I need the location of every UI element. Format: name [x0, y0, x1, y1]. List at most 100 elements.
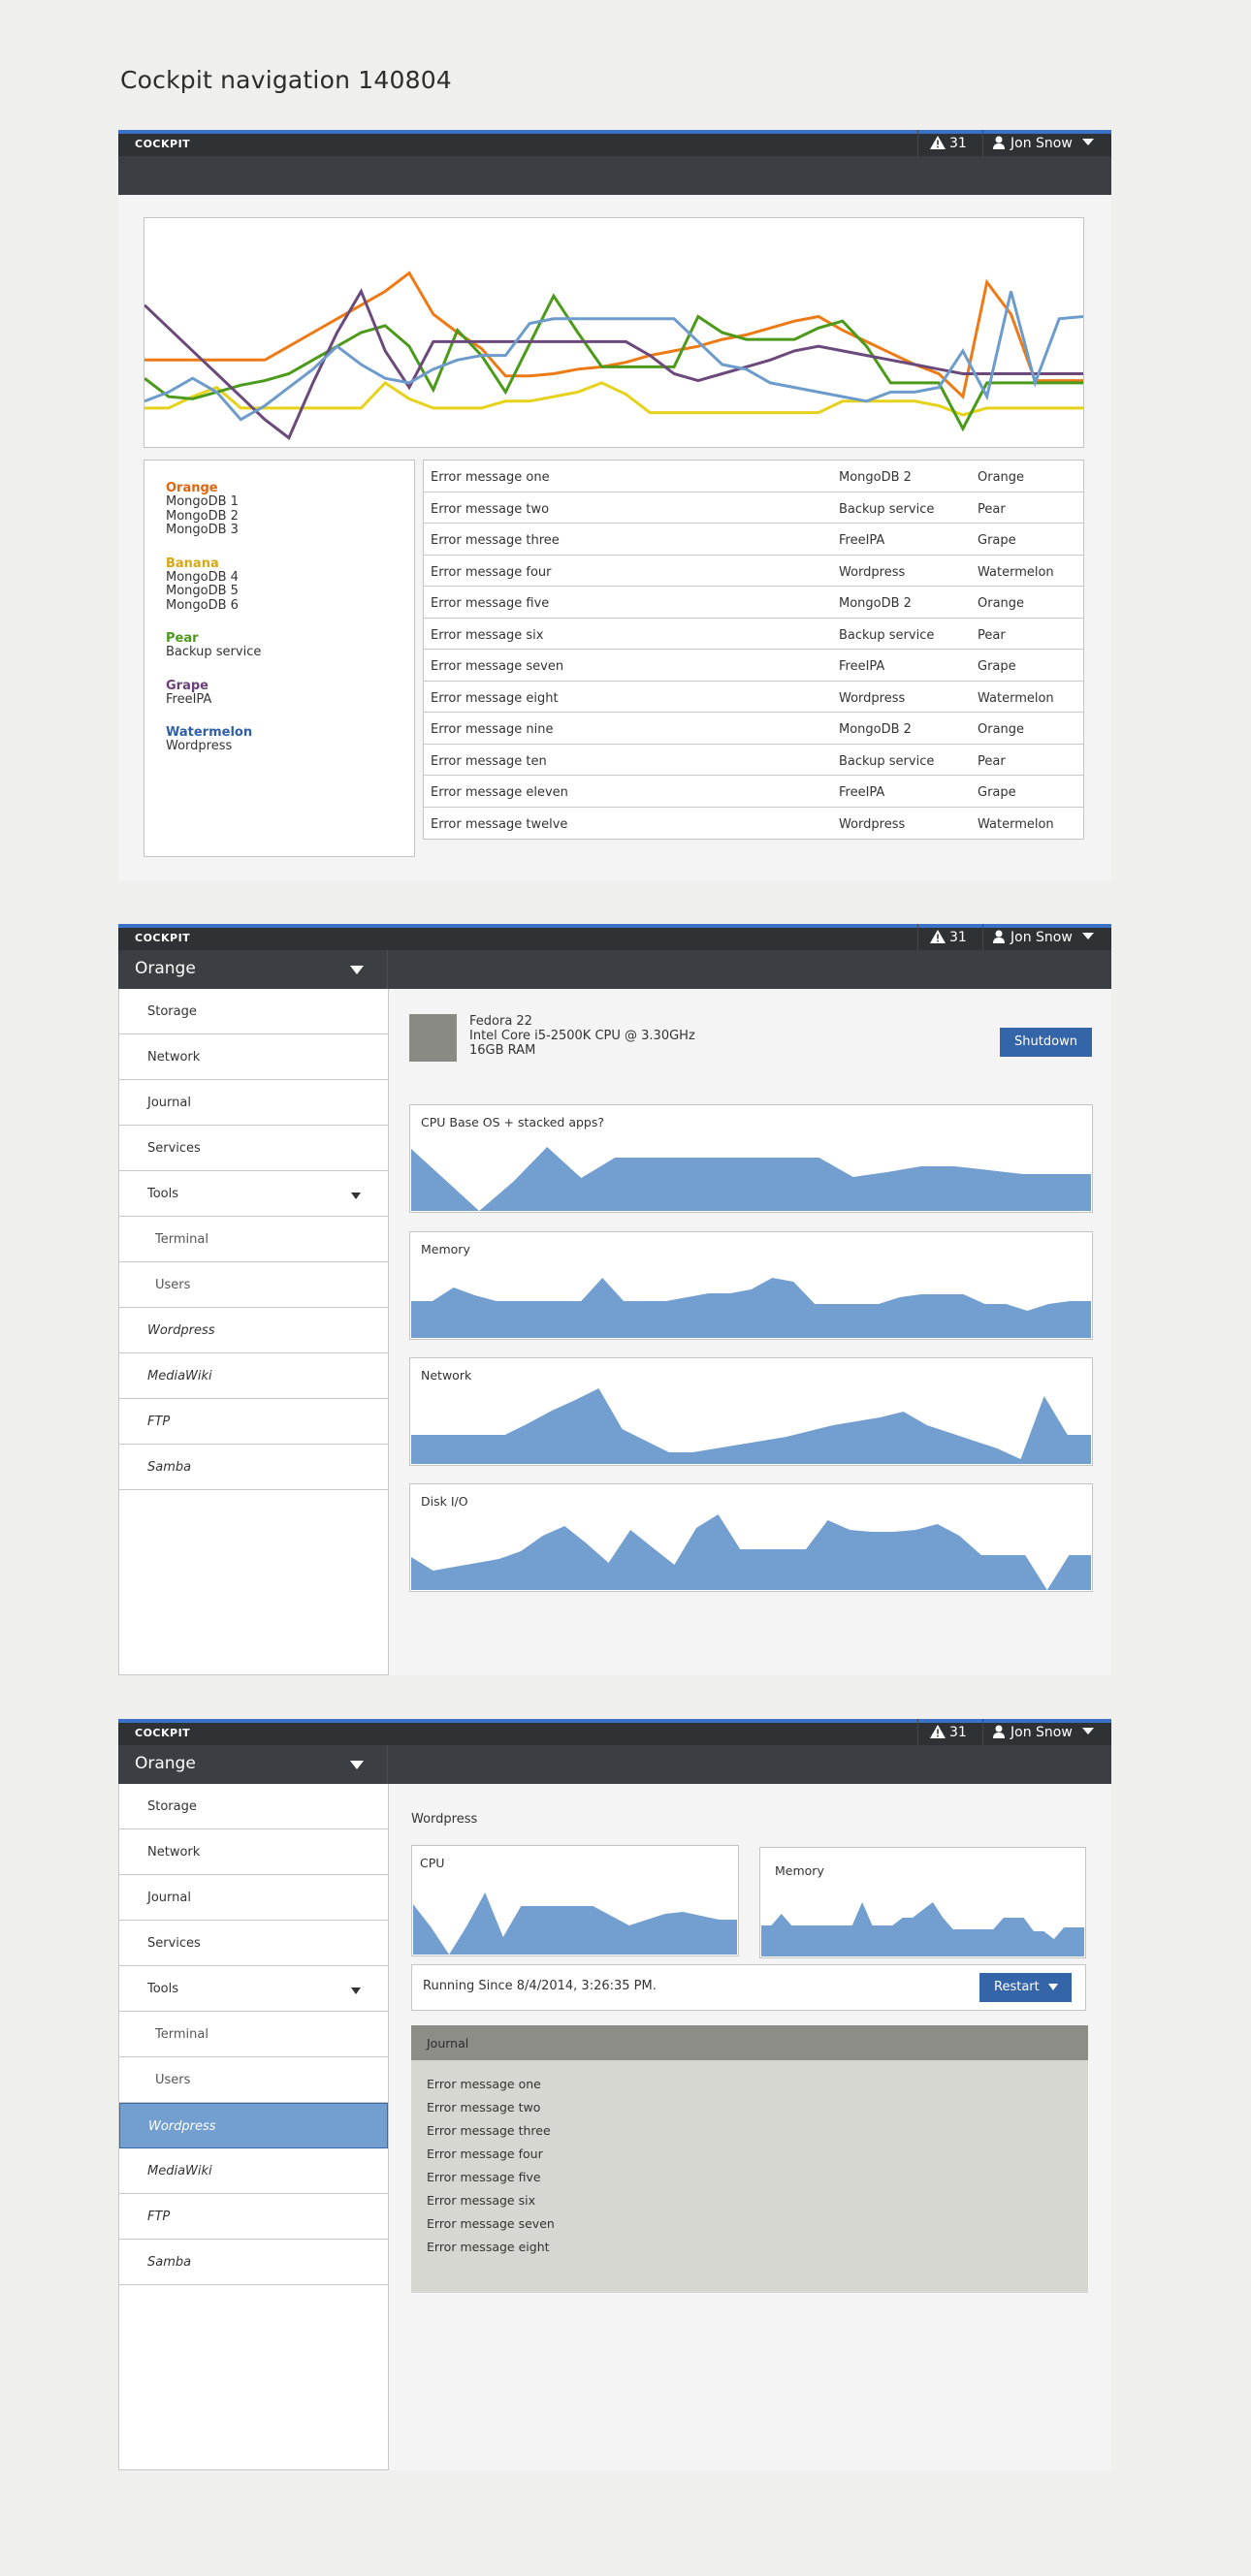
- journal-entry[interactable]: Error message two: [427, 2096, 1073, 2119]
- error-service-cell: MongoDB 2: [839, 596, 912, 611]
- sidebar-item-terminal[interactable]: Terminal: [119, 1217, 388, 1262]
- legend-group-name[interactable]: Banana: [166, 557, 393, 571]
- table-row[interactable]: Error message twelve Wordpress Watermelon: [424, 808, 1083, 840]
- sidebar-item-users[interactable]: Users: [119, 2057, 388, 2103]
- legend-item[interactable]: FreeIPA: [166, 692, 393, 708]
- legend-item[interactable]: Backup service: [166, 645, 393, 660]
- chevron-down-icon: [1048, 1984, 1058, 1990]
- journal-entry[interactable]: Error message three: [427, 2119, 1073, 2143]
- page-title: Cockpit navigation 140804: [120, 66, 452, 94]
- error-group-cell: Pear: [978, 501, 1006, 517]
- sidebar-item-samba[interactable]: Samba: [119, 1445, 388, 1490]
- sidebar-item-wordpress[interactable]: Wordpress: [119, 1308, 388, 1353]
- top-bar: COCKPIT 31 Jon Snow: [118, 1719, 1111, 1745]
- chevron-down-icon: [351, 1988, 361, 1994]
- server-selector[interactable]: Orange: [118, 1745, 388, 1784]
- error-service-cell: FreeIPA: [839, 785, 885, 800]
- table-row[interactable]: Error message seven FreeIPA Grape: [424, 650, 1083, 682]
- legend-item[interactable]: MongoDB 6: [166, 598, 393, 614]
- chevron-down-icon: [350, 966, 364, 974]
- legend-group-name[interactable]: Pear: [166, 632, 393, 646]
- legend-group-name[interactable]: Watermelon: [166, 726, 393, 740]
- sidebar-item-storage[interactable]: Storage: [119, 989, 388, 1034]
- sidebar-item-users[interactable]: Users: [119, 1262, 388, 1308]
- legend-item[interactable]: MongoDB 1: [166, 494, 393, 510]
- legend-item[interactable]: MongoDB 2: [166, 509, 393, 525]
- sidebar-item-services[interactable]: Services: [119, 1126, 388, 1171]
- alerts-button[interactable]: 31: [917, 924, 983, 950]
- sidebar-item-label: Users: [155, 1278, 191, 1292]
- error-message-cell: Error message seven: [431, 659, 564, 674]
- sidebar-item-tools[interactable]: Tools: [119, 1966, 388, 2012]
- sidebar-item-tools[interactable]: Tools: [119, 1171, 388, 1217]
- sidebar-item-terminal[interactable]: Terminal: [119, 2012, 388, 2057]
- area-graph: [411, 1278, 1091, 1338]
- error-group-cell: Orange: [978, 470, 1025, 485]
- journal-entry[interactable]: Error message six: [427, 2189, 1073, 2212]
- error-message-cell: Error message ten: [431, 753, 547, 769]
- alerts-button[interactable]: 31: [917, 1719, 983, 1745]
- sidebar-item-wordpress[interactable]: Wordpress: [119, 2103, 388, 2148]
- legend-group-name[interactable]: Orange: [166, 482, 393, 495]
- brand-logo[interactable]: COCKPIT: [135, 1727, 190, 1739]
- sidebar-item-mediawiki[interactable]: MediaWiki: [119, 1353, 388, 1399]
- error-service-cell: Wordpress: [839, 564, 906, 580]
- table-row[interactable]: Error message ten Backup service Pear: [424, 745, 1083, 776]
- legend-item[interactable]: MongoDB 4: [166, 570, 393, 586]
- sidebar-item-label: Services: [147, 1936, 201, 1951]
- table-row[interactable]: Error message four Wordpress Watermelon: [424, 556, 1083, 587]
- sidebar-item-journal[interactable]: Journal: [119, 1080, 388, 1126]
- top-bar: COCKPIT 31 Jon Snow: [118, 130, 1111, 156]
- sidebar-item-mediawiki[interactable]: MediaWiki: [119, 2148, 388, 2194]
- journal-entry[interactable]: Error message five: [427, 2166, 1073, 2189]
- user-menu[interactable]: Jon Snow: [983, 130, 1111, 156]
- journal-list: Error message one Error message two Error …: [411, 2060, 1088, 2272]
- chevron-down-icon: [350, 1761, 364, 1769]
- user-icon: [993, 930, 1005, 943]
- memory-area: [761, 1902, 1084, 1956]
- table-row[interactable]: Error message one MongoDB 2 Orange: [424, 461, 1083, 493]
- journal-entry[interactable]: Error message one: [427, 2073, 1073, 2096]
- legend-item[interactable]: MongoDB 5: [166, 584, 393, 599]
- journal-entry[interactable]: Error message seven: [427, 2212, 1073, 2236]
- table-row[interactable]: Error message three FreeIPA Grape: [424, 524, 1083, 556]
- sidebar-item-label: MediaWiki: [147, 2164, 212, 2178]
- table-row[interactable]: Error message two Backup service Pear: [424, 493, 1083, 524]
- server-selector[interactable]: Orange: [118, 950, 388, 989]
- error-group-cell: Grape: [978, 533, 1016, 548]
- journal-entry[interactable]: Error message eight: [427, 2236, 1073, 2259]
- legend-item[interactable]: Wordpress: [166, 739, 393, 754]
- table-row[interactable]: Error message nine MongoDB 2 Orange: [424, 713, 1083, 745]
- table-row[interactable]: Error message eleven FreeIPA Grape: [424, 776, 1083, 808]
- alerts-button[interactable]: 31: [917, 130, 983, 156]
- error-service-cell: MongoDB 2: [839, 722, 912, 737]
- sidebar-item-network[interactable]: Network: [119, 1829, 388, 1875]
- journal-header: Journal: [411, 2025, 1088, 2060]
- sidebar-item-journal[interactable]: Journal: [119, 1875, 388, 1921]
- sidebar-item-ftp[interactable]: FTP: [119, 2194, 388, 2240]
- journal-entry[interactable]: Error message four: [427, 2143, 1073, 2166]
- sidebar-item-label: FTP: [147, 2210, 171, 2224]
- shutdown-button[interactable]: Shutdown: [1000, 1028, 1092, 1057]
- brand-logo[interactable]: COCKPIT: [135, 138, 190, 150]
- graph-label: Memory: [421, 1242, 470, 1256]
- sidebar-item-samba[interactable]: Samba: [119, 2240, 388, 2285]
- legend-item[interactable]: MongoDB 3: [166, 523, 393, 538]
- sidebar-item-label: Network: [147, 1050, 201, 1065]
- chevron-down-icon: [351, 1193, 361, 1199]
- sidebar-item-network[interactable]: Network: [119, 1034, 388, 1080]
- legend-group-name[interactable]: Grape: [166, 679, 393, 693]
- table-row[interactable]: Error message five MongoDB 2 Orange: [424, 587, 1083, 619]
- table-row[interactable]: Error message six Backup service Pear: [424, 619, 1083, 650]
- user-menu[interactable]: Jon Snow: [983, 1719, 1111, 1745]
- mockup-server-overview: COCKPIT 31 Jon Snow Orange Storage Networ…: [118, 924, 1111, 1675]
- server-selector-label: Orange: [135, 959, 196, 978]
- sidebar-item-storage[interactable]: Storage: [119, 1784, 388, 1829]
- sidebar-item-services[interactable]: Services: [119, 1921, 388, 1966]
- brand-logo[interactable]: COCKPIT: [135, 932, 190, 944]
- user-menu[interactable]: Jon Snow: [983, 924, 1111, 950]
- restart-button[interactable]: Restart: [979, 1973, 1072, 2002]
- sidebar-item-ftp[interactable]: FTP: [119, 1399, 388, 1445]
- alerts-count: 31: [949, 930, 967, 945]
- table-row[interactable]: Error message eight Wordpress Watermelon: [424, 682, 1083, 713]
